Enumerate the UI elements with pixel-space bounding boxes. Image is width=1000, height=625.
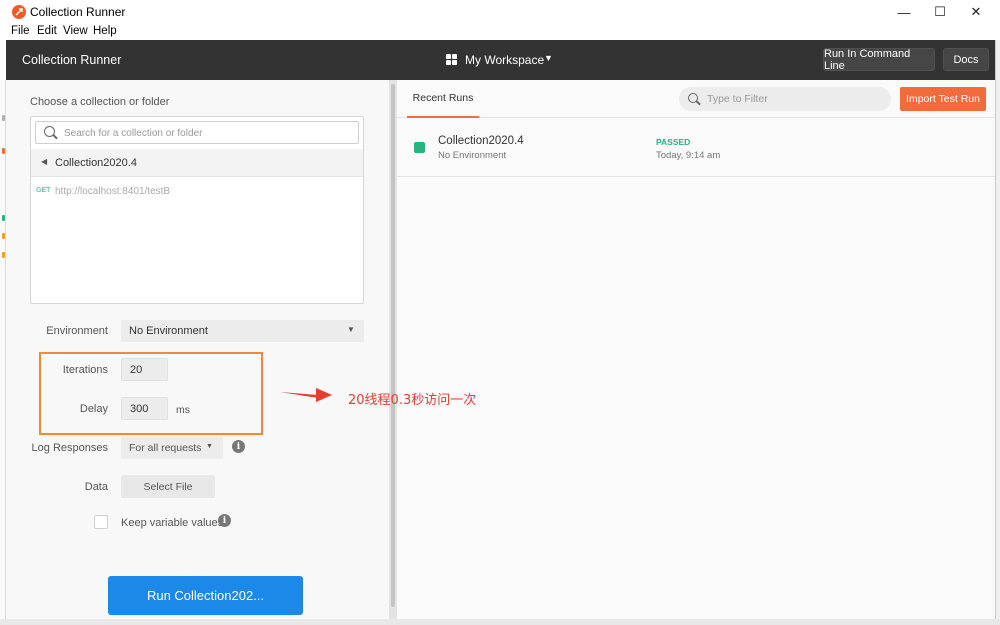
runner-settings-panel: Choose a collection or folder Search for… xyxy=(6,80,389,619)
run-collection-button[interactable]: Run Collection202... xyxy=(108,576,303,615)
status-square-icon xyxy=(414,142,425,153)
keep-variable-values-checkbox[interactable] xyxy=(94,515,108,529)
collection-name: Collection2020.4 xyxy=(55,157,137,169)
choose-collection-label: Choose a collection or folder xyxy=(30,96,170,108)
background-mark xyxy=(2,252,5,258)
scrollbar-thumb[interactable] xyxy=(391,84,395,607)
tabs-bar: Recent Runs Type to Filter Import Test R… xyxy=(397,80,995,118)
keep-variable-values-label: Keep variable values xyxy=(121,517,224,529)
panel-scrollbar[interactable] xyxy=(389,80,397,619)
request-url[interactable]: http://localhost:8401/testB xyxy=(55,186,170,197)
grid-icon[interactable] xyxy=(446,54,457,65)
run-list-item[interactable]: Collection2020.4 No Environment PASSED T… xyxy=(397,125,995,177)
highlight-box xyxy=(39,352,263,435)
caret-down-icon: ▼ xyxy=(347,325,355,334)
docs-button[interactable]: Docs xyxy=(943,48,989,71)
tab-recent-runs[interactable]: Recent Runs xyxy=(407,80,479,118)
recent-runs-panel: Recent Runs Type to Filter Import Test R… xyxy=(397,80,995,619)
minimize-button[interactable]: — xyxy=(886,0,922,24)
close-button[interactable]: ✕ xyxy=(958,0,994,24)
environment-value: No Environment xyxy=(129,325,208,337)
background-window-edge xyxy=(995,40,1000,625)
search-placeholder: Search for a collection or folder xyxy=(64,128,203,139)
background-mark xyxy=(2,233,5,239)
window-title: Collection Runner xyxy=(30,5,126,19)
header-title: Collection Runner xyxy=(22,53,122,67)
caret-down-icon: ▼ xyxy=(206,443,213,450)
postman-logo-icon xyxy=(12,5,26,19)
info-icon[interactable]: i xyxy=(218,514,231,527)
title-bar: Collection Runner — ☐ ✕ xyxy=(0,0,1000,24)
window-bottom-edge xyxy=(0,619,1000,625)
arrow-icon xyxy=(280,388,332,402)
log-responses-label: Log Responses xyxy=(31,442,108,454)
menu-bar: File Edit View Help xyxy=(0,24,1000,40)
run-in-command-line-button[interactable]: Run In Command Line xyxy=(823,48,935,72)
collection-row[interactable]: ◀ Collection2020.4 xyxy=(31,149,363,177)
caret-down-icon[interactable]: ▼ xyxy=(544,53,553,63)
menu-edit[interactable]: Edit xyxy=(37,25,57,37)
import-test-run-button[interactable]: Import Test Run xyxy=(900,87,986,111)
log-responses-value: For all requests xyxy=(129,442,202,454)
collection-picker: Search for a collection or folder ◀ Coll… xyxy=(30,116,364,304)
menu-file[interactable]: File xyxy=(11,25,30,37)
log-responses-select[interactable]: For all requests ▼ xyxy=(121,437,223,459)
menu-help[interactable]: Help xyxy=(93,25,117,37)
environment-label: Environment xyxy=(46,325,108,337)
background-mark xyxy=(2,215,5,221)
maximize-button[interactable]: ☐ xyxy=(922,0,958,24)
filter-input[interactable]: Type to Filter xyxy=(679,87,891,111)
app-header: Collection Runner My Workspace ▼ Run In … xyxy=(6,40,995,80)
background-mark xyxy=(2,115,5,121)
filter-placeholder: Type to Filter xyxy=(707,93,768,105)
data-label: Data xyxy=(84,481,108,493)
menu-view[interactable]: View xyxy=(63,25,88,37)
collection-search-input[interactable]: Search for a collection or folder xyxy=(35,121,359,144)
run-environment: No Environment xyxy=(438,150,507,161)
run-result-badge: PASSED xyxy=(656,137,691,147)
caret-left-icon[interactable]: ◀ xyxy=(41,157,47,166)
filter-search-icon xyxy=(688,93,698,103)
run-collection-name: Collection2020.4 xyxy=(438,135,524,147)
select-file-button[interactable]: Select File xyxy=(121,475,215,498)
run-timestamp: Today, 9:14 am xyxy=(656,150,721,161)
environment-select[interactable]: No Environment ▼ xyxy=(121,320,364,342)
workspace-selector[interactable]: My Workspace xyxy=(465,53,544,67)
background-mark xyxy=(2,148,5,154)
info-icon[interactable]: i xyxy=(232,440,245,453)
request-method-badge: GET xyxy=(36,187,51,194)
annotation-note: 20线程0.3秒访问一次 xyxy=(348,393,477,408)
search-icon xyxy=(44,126,55,137)
